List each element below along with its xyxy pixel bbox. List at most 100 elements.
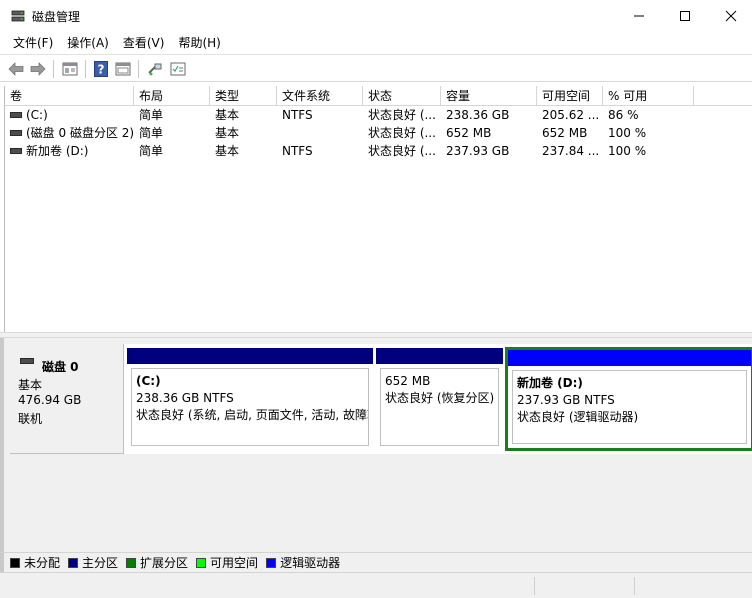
legend-logical: 逻辑驱动器 <box>266 554 340 571</box>
disk-type: 基本 <box>18 378 43 392</box>
disk-0-partitions: (C:) 238.36 GB NTFS 状态良好 (系统, 启动, 页面文件, … <box>124 344 752 454</box>
menu-view[interactable]: 查看(V) <box>116 33 172 53</box>
toolbar-separator <box>138 60 139 78</box>
partition-info: (C:) 238.36 GB NTFS 状态良好 (系统, 启动, 页面文件, … <box>131 368 369 446</box>
window-title: 磁盘管理 <box>32 10 81 24</box>
console-tree-button[interactable] <box>61 60 79 78</box>
volume-list-header: 卷 布局 类型 文件系统 状态 容量 可用空间 % 可用 <box>5 86 752 106</box>
partition-name: (C:) <box>136 374 161 388</box>
cell-free-space: 652 MB <box>542 126 588 140</box>
legend: 未分配 主分区 扩展分区 可用空间 逻辑驱动器 <box>0 552 752 572</box>
cell-capacity: 652 MB <box>446 126 492 140</box>
cell-layout: 简单 <box>139 144 164 158</box>
legend-label: 可用空间 <box>210 556 259 570</box>
help-icon: ? <box>94 61 108 77</box>
maximize-button[interactable] <box>662 0 708 32</box>
volume-icon <box>10 129 22 136</box>
volume-list[interactable]: 卷 布局 类型 文件系统 状态 容量 可用空间 % 可用 (C:) 简单 基本 … <box>4 86 752 332</box>
menu-help[interactable]: 帮助(H) <box>171 33 227 53</box>
cell-status: 状态良好 (... <box>368 108 436 122</box>
title-bar: 磁盘管理 <box>0 0 752 32</box>
column-header-status[interactable]: 状态 <box>363 86 441 106</box>
column-header-type[interactable]: 类型 <box>210 86 277 106</box>
partition-info: 652 MB 状态良好 (恢复分区) <box>380 368 499 446</box>
table-row[interactable]: (磁盘 0 磁盘分区 2) 简单 基本 状态良好 (... 652 MB 652… <box>5 124 752 142</box>
legend-swatch <box>266 557 277 568</box>
cell-capacity: 237.93 GB <box>446 144 510 158</box>
column-header-filesystem[interactable]: 文件系统 <box>277 86 363 106</box>
partition-c[interactable]: (C:) 238.36 GB NTFS 状态良好 (系统, 启动, 页面文件, … <box>127 348 373 450</box>
cell-layout: 简单 <box>139 126 164 140</box>
legend-label: 未分配 <box>24 556 61 570</box>
column-header-free-space[interactable]: 可用空间 <box>537 86 603 106</box>
legend-free-space: 可用空间 <box>196 554 258 571</box>
partition-status: 状态良好 (恢复分区) <box>385 391 495 405</box>
list-view-button[interactable] <box>169 60 187 78</box>
rescan-button[interactable] <box>146 60 164 78</box>
legend-primary: 主分区 <box>68 554 118 571</box>
partition-d[interactable]: 新加卷 (D:) 237.93 GB NTFS 状态良好 (逻辑驱动器) <box>505 347 752 451</box>
partition-size-fs: 238.36 GB NTFS <box>136 391 234 405</box>
status-segment <box>534 577 634 595</box>
cell-layout: 简单 <box>139 108 164 122</box>
partition-info: 新加卷 (D:) 237.93 GB NTFS 状态良好 (逻辑驱动器) <box>512 370 747 444</box>
column-header-capacity[interactable]: 容量 <box>441 86 537 106</box>
disk-name: 磁盘 0 <box>42 360 79 374</box>
volume-name: (C:) <box>26 108 48 122</box>
volume-name: (磁盘 0 磁盘分区 2) <box>26 126 134 140</box>
partition-size-fs: 237.93 GB NTFS <box>517 393 615 407</box>
status-segment <box>634 577 752 595</box>
column-header-filler <box>694 86 752 106</box>
column-header-percent-free[interactable]: % 可用 <box>603 86 694 106</box>
legend-swatch <box>196 557 207 568</box>
minimize-button[interactable] <box>616 0 662 32</box>
cell-type: 基本 <box>215 108 240 122</box>
disk-0-label[interactable]: 磁盘 0 基本 476.94 GB 联机 <box>10 344 124 454</box>
partition-status: 状态良好 (逻辑驱动器) <box>517 410 639 424</box>
disk-state: 联机 <box>18 412 43 426</box>
svg-text:?: ? <box>98 63 105 77</box>
cell-volume: 新加卷 (D:) <box>5 142 134 160</box>
legend-swatch <box>10 557 20 568</box>
cell-filesystem <box>277 124 363 142</box>
properties-button[interactable] <box>114 60 132 78</box>
legend-unallocated: 未分配 <box>10 554 60 571</box>
table-row[interactable]: 新加卷 (D:) 简单 基本 NTFS 状态良好 (... 237.93 GB … <box>5 142 752 160</box>
close-button[interactable] <box>708 0 752 32</box>
cell-filesystem: NTFS <box>282 108 313 122</box>
cell-type: 基本 <box>215 144 240 158</box>
legend-extended: 扩展分区 <box>126 554 188 571</box>
cell-volume: (C:) <box>5 106 134 124</box>
toolbar-separator <box>53 60 54 78</box>
help-button[interactable]: ? <box>92 60 110 78</box>
forward-arrow-icon <box>30 62 46 76</box>
close-icon <box>725 10 737 22</box>
table-row[interactable]: (C:) 简单 基本 NTFS 状态良好 (... 238.36 GB 205.… <box>5 106 752 124</box>
cell-free-space: 205.62 ... <box>542 108 600 122</box>
console-tree-icon <box>62 62 78 76</box>
volume-name: 新加卷 (D:) <box>26 144 89 158</box>
minimize-icon <box>634 15 644 17</box>
volume-icon <box>10 147 22 154</box>
disk-icon <box>20 358 34 364</box>
legend-swatch <box>126 557 137 568</box>
menu-action[interactable]: 操作(A) <box>60 33 116 53</box>
forward-button[interactable] <box>29 60 47 78</box>
cell-capacity: 238.36 GB <box>446 108 510 122</box>
disk-graphical-view: 磁盘 0 基本 476.94 GB 联机 (C:) 238.36 GB NTFS… <box>0 338 752 552</box>
partition-name: 新加卷 (D:) <box>517 376 583 390</box>
partition-size-fs: 652 MB <box>385 374 431 388</box>
legend-label: 主分区 <box>82 556 119 570</box>
cell-percent-free: 100 % <box>608 144 647 158</box>
partition-recovery[interactable]: 652 MB 状态良好 (恢复分区) <box>376 348 503 450</box>
column-header-layout[interactable]: 布局 <box>134 86 210 106</box>
back-button[interactable] <box>7 60 25 78</box>
menu-bar: 文件(F) 操作(A) 查看(V) 帮助(H) <box>0 32 752 54</box>
status-bar <box>0 572 752 598</box>
column-header-volume[interactable]: 卷 <box>5 86 134 106</box>
legend-label: 逻辑驱动器 <box>280 556 341 570</box>
cell-volume: (磁盘 0 磁盘分区 2) <box>5 124 134 142</box>
disk-mgmt-app-icon <box>11 10 25 22</box>
menu-file[interactable]: 文件(F) <box>6 33 60 53</box>
back-arrow-icon <box>8 62 24 76</box>
